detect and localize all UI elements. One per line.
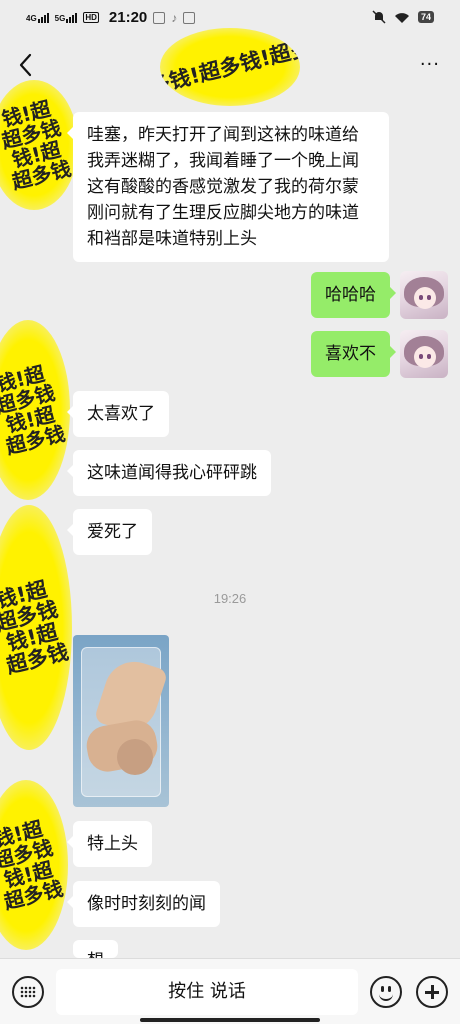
gallery-icon xyxy=(183,11,196,24)
status-left: 4G 5G HD 21:20 ♪ xyxy=(26,9,196,26)
signal-bars-icon xyxy=(37,12,49,23)
wifi-icon xyxy=(394,12,409,23)
signal-bars-icon xyxy=(66,12,78,23)
avatar-eye xyxy=(427,295,431,300)
sticker-text: 钱!超 超多钱 钱!超 超多钱 xyxy=(0,816,66,914)
keyboard-keys xyxy=(20,986,36,998)
tiktok-icon: ♪ xyxy=(171,10,178,25)
input-bar: 按住 说话 xyxy=(0,958,460,1024)
message-bubble[interactable]: 特上头 xyxy=(67,821,152,867)
signal-4g: 4G xyxy=(26,12,49,23)
avatar-eye xyxy=(427,354,431,359)
emoji-icon[interactable] xyxy=(370,976,402,1008)
emoji-mouth xyxy=(379,993,393,1001)
signal-5g: 5G xyxy=(54,12,78,23)
message-timestamp: 19:26 xyxy=(213,591,247,606)
avatar[interactable] xyxy=(400,330,448,378)
photo-item xyxy=(117,739,153,775)
status-time: 21:20 xyxy=(108,9,148,26)
avatar-face xyxy=(414,346,436,368)
avatar[interactable] xyxy=(400,271,448,319)
status-right: 74 xyxy=(372,10,434,24)
message-bubble-sent[interactable]: 喜欢不 xyxy=(311,331,396,377)
chevron-left-icon[interactable] xyxy=(14,50,38,80)
avatar-eye xyxy=(419,354,423,359)
battery-icon: 74 xyxy=(417,11,434,23)
avatar-sticker[interactable]: 钱!超 超多钱 钱!超 超多钱 xyxy=(0,780,68,950)
message-bubble[interactable]: 哇塞，昨天打开了闻到这袜的味道给我弄迷糊了，我闻着睡了一个晚上闻这有酸酸的香感觉… xyxy=(67,112,389,262)
title-sticker: 超多钱!超多钱!超多钱 xyxy=(160,28,300,106)
sticker-text: 钱!超 超多钱 钱!超 超多钱 xyxy=(0,361,68,459)
avatar-eye xyxy=(419,295,423,300)
signal-5g-label: 5G xyxy=(54,13,66,23)
message-bubble-sent[interactable]: 哈哈哈 xyxy=(311,272,396,318)
title-sticker-text: 超多钱!超多钱!超多钱 xyxy=(160,30,300,104)
message-bubble[interactable]: 想 xyxy=(73,940,118,958)
message-bubble[interactable]: 这味道闻得我心砰砰跳 xyxy=(67,450,271,496)
avatar-sticker[interactable]: 钱!超 超多钱 钱!超 超多钱 xyxy=(0,320,70,500)
home-indicator[interactable] xyxy=(140,1018,320,1022)
image-message[interactable] xyxy=(73,635,169,807)
emoji-eye xyxy=(381,986,384,992)
hd-badge: HD xyxy=(83,12,99,23)
signal-4g-label: 4G xyxy=(26,13,37,23)
message-bubble[interactable]: 像时时刻刻的闻 xyxy=(67,881,220,927)
emoji-eye xyxy=(388,986,391,992)
keyboard-icon[interactable] xyxy=(12,976,44,1008)
more-dots-icon[interactable]: ··· xyxy=(420,56,440,74)
hold-to-talk-button[interactable]: 按住 说话 xyxy=(56,969,358,1015)
avatar-sticker[interactable]: 钱!超 超多钱 钱!超 超多钱 xyxy=(0,505,72,750)
avatar-sticker[interactable]: 钱!超 超多钱 钱!超 超多钱 xyxy=(0,80,78,210)
sticker-text: 钱!超 超多钱 钱!超 超多钱 xyxy=(0,96,74,194)
mute-bell-icon xyxy=(372,10,386,24)
notification-icon xyxy=(153,11,166,24)
plus-icon[interactable] xyxy=(416,976,448,1008)
chat-header: 超多钱!超多钱!超多钱 ··· xyxy=(0,28,460,106)
avatar-face xyxy=(414,287,436,309)
message-bubble[interactable]: 爱死了 xyxy=(67,509,152,555)
message-bubble[interactable]: 太喜欢了 xyxy=(67,391,169,437)
